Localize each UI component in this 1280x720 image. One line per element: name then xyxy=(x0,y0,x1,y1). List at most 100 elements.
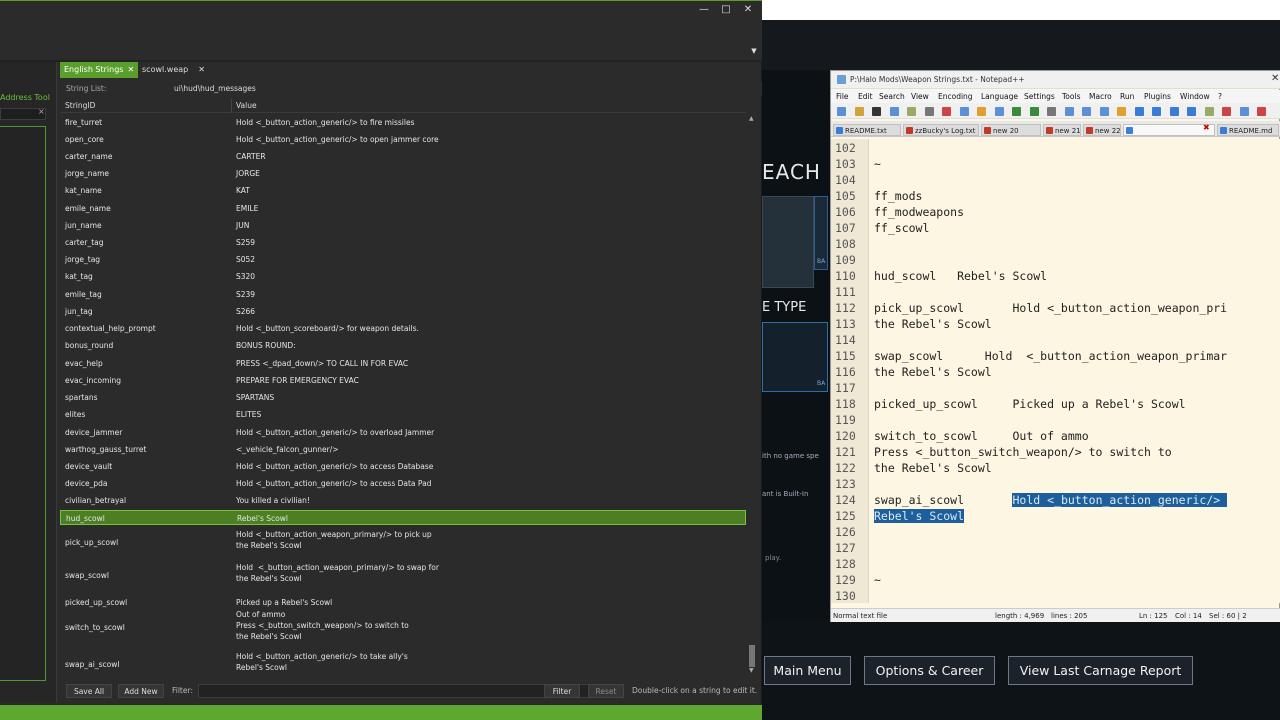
menu-item[interactable]: View xyxy=(911,92,929,101)
close-icon[interactable]: ✕ xyxy=(1271,73,1279,84)
table-row[interactable]: device_pda Hold <_button_action_generic/>… xyxy=(60,475,746,492)
reset-button[interactable]: Reset xyxy=(588,684,624,698)
menu-item[interactable]: Settings xyxy=(1024,92,1055,101)
stop-icon[interactable] xyxy=(1257,107,1266,116)
close-icon[interactable]: ✖ xyxy=(1203,123,1210,132)
menu-item[interactable]: Language xyxy=(981,92,1018,101)
table-row[interactable]: elites ELITES xyxy=(60,406,746,423)
close-icon[interactable]: ✕ xyxy=(738,4,758,15)
table-row[interactable]: jun_name JUN xyxy=(60,217,746,234)
table-row[interactable]: hud_scowl Rebel's Scowl xyxy=(60,510,746,525)
table-row[interactable]: jorge_name JORGE xyxy=(60,165,746,182)
play-macro-icon[interactable] xyxy=(1239,107,1249,116)
file-tab[interactable]: new 21 xyxy=(1043,124,1081,136)
map-thumbnail[interactable] xyxy=(762,196,814,288)
table-row[interactable]: swap_ai_scowl Hold <_button_action_generi… xyxy=(60,649,746,679)
string-list-dropdown[interactable]: ui\hud\hud_messages xyxy=(170,82,810,96)
table-row[interactable]: contextual_help_prompt Hold <_button_scor… xyxy=(60,320,746,337)
file-tab[interactable]: README.txt xyxy=(833,124,901,136)
table-row[interactable]: device_jammer Hold <_button_action_generi… xyxy=(60,424,746,441)
table-row[interactable]: warthog_gauss_turret <_vehicle_falcon_gun… xyxy=(60,441,746,458)
table-row[interactable]: evac_incoming PREPARE FOR EMERGENCY EVAC xyxy=(60,372,746,389)
menu-item[interactable]: Search xyxy=(879,92,905,101)
menu-item[interactable]: Edit xyxy=(858,92,873,101)
sync-scroll-icon[interactable] xyxy=(1117,107,1126,116)
cut-icon[interactable] xyxy=(959,107,969,116)
tab-english-strings[interactable]: English Strings ✕ xyxy=(60,62,139,78)
show-all-chars-icon[interactable] xyxy=(1152,107,1161,116)
maximize-icon[interactable]: □ xyxy=(716,4,736,15)
table-row[interactable]: kat_tag S320 xyxy=(60,268,746,285)
file-tab[interactable] xyxy=(1123,124,1215,136)
table-row[interactable]: jorge_tag S052 xyxy=(60,251,746,268)
dropdown-arrow-icon[interactable]: ▼ xyxy=(744,47,764,55)
menu-item[interactable]: Encoding xyxy=(938,92,973,101)
replace-icon[interactable] xyxy=(1064,107,1074,116)
undo-icon[interactable] xyxy=(1012,107,1021,116)
main-menu-button[interactable]: Main Menu xyxy=(764,656,851,685)
table-row[interactable]: device_vault Hold <_button_action_generic… xyxy=(60,458,746,475)
new-file-icon[interactable] xyxy=(837,107,846,116)
zoom-in-icon[interactable] xyxy=(1082,107,1091,116)
filter-button[interactable]: Filter xyxy=(544,684,580,698)
open-file-icon[interactable] xyxy=(854,107,864,116)
menu-item[interactable]: Tools xyxy=(1062,92,1080,101)
file-tab[interactable]: new 22 xyxy=(1083,124,1121,136)
scroll-down-icon[interactable]: ▼ xyxy=(749,667,754,674)
column-divider[interactable] xyxy=(231,99,232,113)
file-tab[interactable]: zzBucky's Log.txt xyxy=(903,124,979,136)
filter-input[interactable] xyxy=(198,684,600,698)
redo-icon[interactable] xyxy=(1029,107,1039,116)
view-carnage-report-button[interactable]: View Last Carnage Report xyxy=(1008,656,1193,685)
save-icon[interactable] xyxy=(872,107,881,116)
table-row[interactable]: pick_up_scowl Hold <_button_action_weapon… xyxy=(60,527,746,557)
find-icon[interactable] xyxy=(1047,107,1056,116)
tab-scowl-weap[interactable]: scowl.weap ✕ xyxy=(138,62,209,78)
menu-item[interactable]: Plugins xyxy=(1144,92,1171,101)
options-career-button[interactable]: Options & Career xyxy=(864,656,995,685)
tag-tree[interactable] xyxy=(0,126,46,681)
scroll-up-icon[interactable]: ▲ xyxy=(749,115,754,122)
table-row[interactable]: spartans SPARTANS xyxy=(60,389,746,406)
file-tab[interactable]: new 20 xyxy=(981,124,1041,136)
record-macro-icon[interactable] xyxy=(1222,107,1231,116)
function-list-icon[interactable] xyxy=(1204,107,1214,116)
menu-item[interactable]: ? xyxy=(1218,92,1222,101)
save-all-icon[interactable] xyxy=(889,107,899,116)
menu-item[interactable]: Macro xyxy=(1089,92,1112,101)
table-row[interactable]: jun_tag S266 xyxy=(60,303,746,320)
paste-icon[interactable] xyxy=(994,107,1004,116)
npp-text-area[interactable]: 102 103 ~104 105 ff_mods 106 ff_modweapons 107 f… xyxy=(831,139,1280,603)
column-header-value[interactable]: Value xyxy=(236,101,257,110)
table-row[interactable]: evac_help PRESS <_dpad_down/> TO CALL IN … xyxy=(60,355,746,372)
table-row[interactable]: open_core Hold <_button_action_generic/> … xyxy=(60,131,746,148)
table-row[interactable]: kat_name KAT xyxy=(60,182,746,199)
save-all-button[interactable]: Save All xyxy=(66,684,112,698)
menu-item[interactable]: File xyxy=(836,92,849,101)
table-row[interactable]: fire_turret Hold <_button_action_generic/… xyxy=(60,114,746,131)
menu-item[interactable]: Window xyxy=(1180,92,1210,101)
table-row[interactable]: carter_tag S259 xyxy=(60,234,746,251)
table-row[interactable]: civilian_betrayal You killed a civilian! xyxy=(60,492,746,509)
close-all-icon[interactable] xyxy=(924,107,934,116)
address-tool-link[interactable]: Address Tool xyxy=(0,93,50,102)
table-scrollbar[interactable]: ▲ ▼ xyxy=(748,115,756,675)
table-row[interactable]: carter_name CARTER xyxy=(60,148,746,165)
copy-icon[interactable] xyxy=(977,107,986,116)
column-header-stringid[interactable]: StringID xyxy=(65,101,95,110)
table-row[interactable]: switch_to_scowl Out of ammo Press <_butto… xyxy=(60,607,746,648)
file-tab[interactable]: README.md xyxy=(1217,124,1279,136)
table-row[interactable]: bonus_round BONUS ROUND: xyxy=(60,337,746,354)
scrollbar-thumb[interactable] xyxy=(749,645,755,667)
zoom-out-icon[interactable] xyxy=(1099,107,1109,116)
indent-guide-icon[interactable] xyxy=(1169,107,1179,116)
close-icon[interactable]: × xyxy=(38,107,45,116)
word-wrap-icon[interactable] xyxy=(1134,107,1144,116)
close-icon[interactable]: ✕ xyxy=(127,65,134,74)
table-row[interactable]: emile_name EMILE xyxy=(60,200,746,217)
close-file-icon[interactable] xyxy=(907,107,916,116)
table-row[interactable]: swap_scowl Hold <_button_action_weapon_pr… xyxy=(60,560,746,590)
close-icon[interactable]: ✕ xyxy=(198,65,205,74)
doc-map-icon[interactable] xyxy=(1187,107,1196,116)
add-new-button[interactable]: Add New xyxy=(118,684,164,698)
